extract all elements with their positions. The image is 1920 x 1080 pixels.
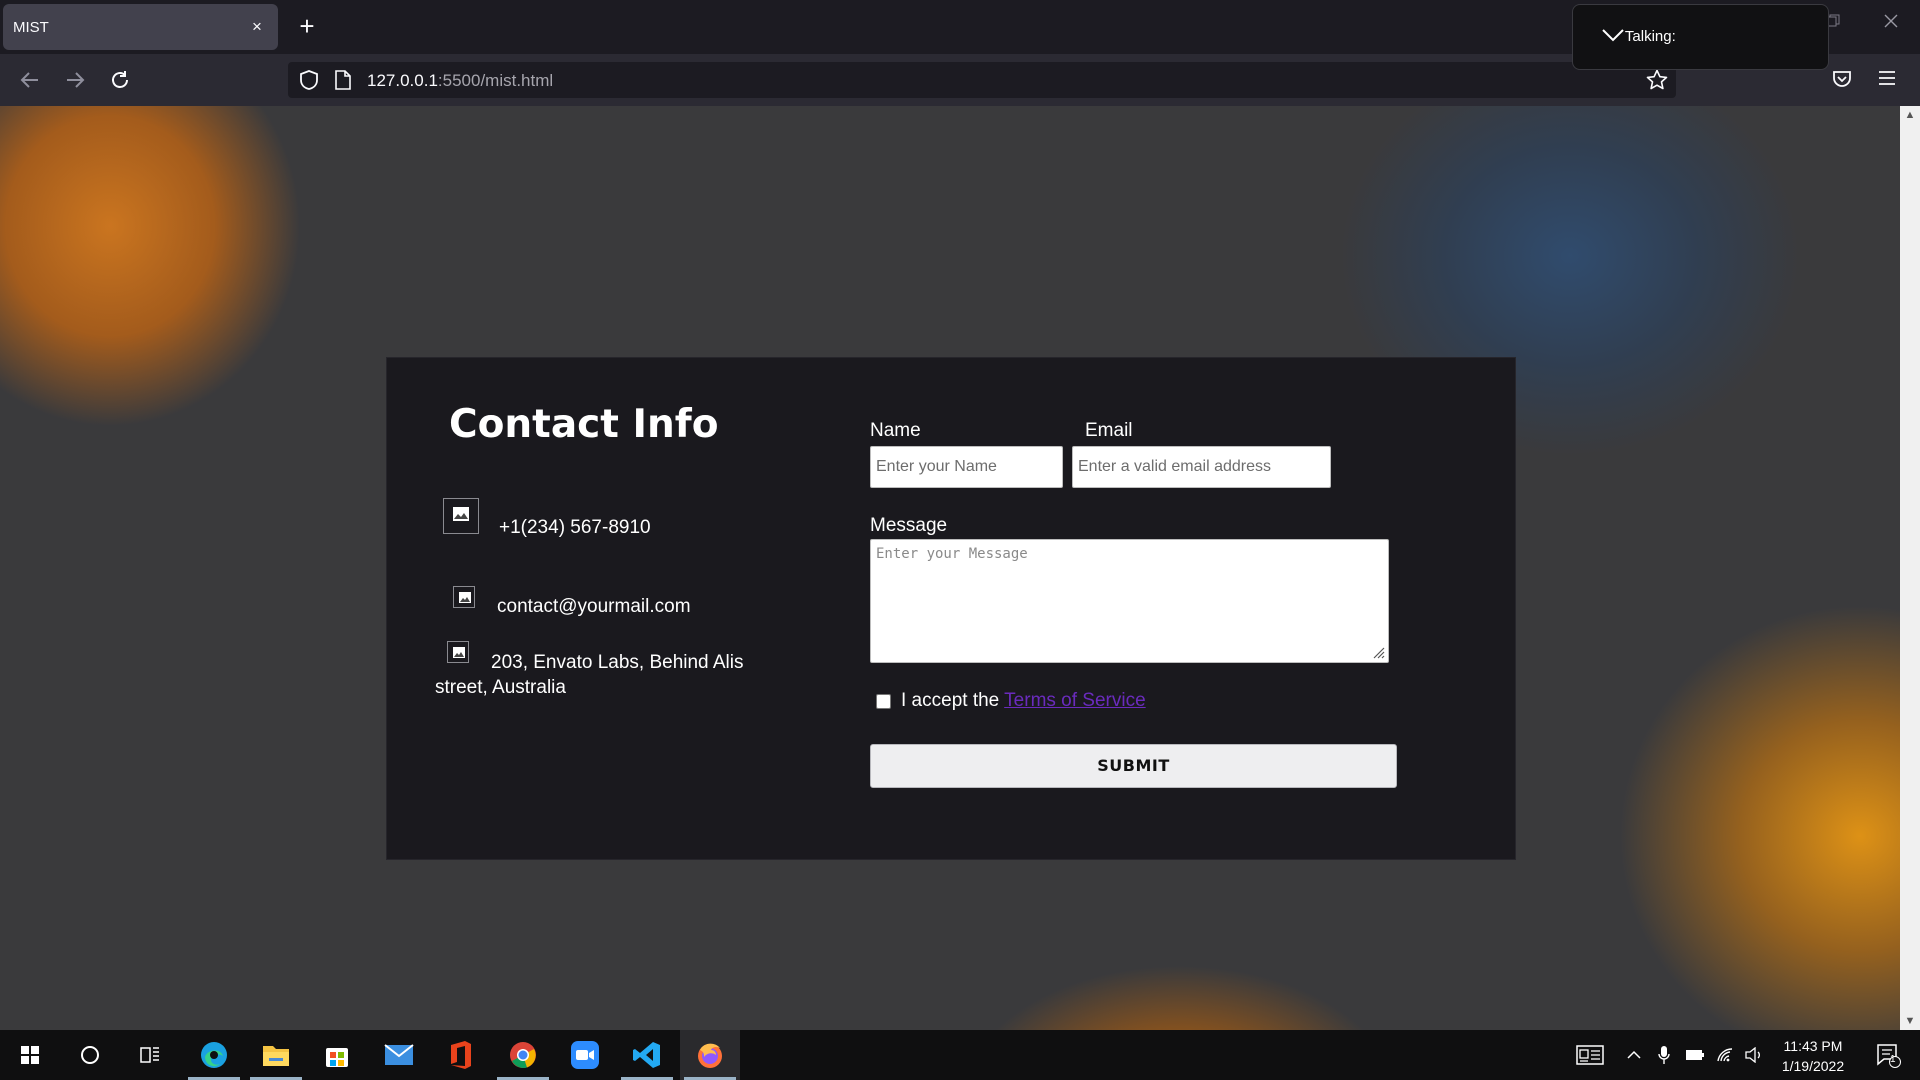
notification-count: 1 — [1890, 1054, 1896, 1065]
terms-prefix: I accept the — [901, 690, 1005, 711]
name-input[interactable]: Enter your Name — [870, 446, 1063, 488]
tracking-shield-icon[interactable] — [298, 69, 320, 91]
microphone-icon[interactable] — [1654, 1030, 1674, 1080]
url-text[interactable]: 127.0.0.1:5500/mist.html — [367, 71, 553, 91]
tab-close-icon[interactable]: × — [246, 17, 268, 37]
show-hidden-icons-chevron-icon[interactable] — [1624, 1030, 1644, 1080]
chevron-down-icon[interactable] — [1601, 27, 1624, 47]
url-path: :5500/mist.html — [437, 71, 554, 90]
search-circle-icon[interactable] — [60, 1030, 120, 1080]
contact-email: contact@yourmail.com — [497, 596, 691, 617]
back-arrow-icon[interactable] — [14, 64, 46, 96]
contact-address-line2: street, Australia — [435, 677, 566, 698]
terms-checkbox[interactable] — [876, 694, 891, 709]
talking-popup: Talking: — [1572, 4, 1829, 70]
message-placeholder: Enter your Message — [876, 546, 1028, 562]
chrome-icon[interactable] — [493, 1030, 553, 1080]
hamburger-menu-icon[interactable] — [1877, 68, 1901, 92]
contact-info-title: Contact Info — [449, 402, 719, 447]
email-input[interactable]: Enter a valid email address — [1072, 446, 1331, 488]
windows-start-icon[interactable] — [0, 1030, 60, 1080]
scroll-down-icon[interactable]: ▼ — [1900, 1012, 1920, 1030]
bookmark-star-icon[interactable] — [1645, 68, 1669, 92]
volume-icon[interactable] — [1743, 1030, 1765, 1080]
forward-arrow-icon[interactable] — [59, 64, 91, 96]
email-label: Email — [1085, 420, 1133, 441]
scroll-up-icon[interactable]: ▲ — [1900, 106, 1920, 124]
page-info-icon[interactable] — [334, 69, 352, 91]
contact-phone: +1(234) 567-8910 — [499, 517, 651, 538]
edge-browser-icon[interactable] — [184, 1030, 244, 1080]
task-view-icon[interactable] — [120, 1030, 180, 1080]
terms-text: I accept the Terms of Service — [901, 690, 1146, 712]
vscode-icon[interactable] — [617, 1030, 677, 1080]
email-image-icon — [453, 586, 475, 608]
phone-image-icon — [443, 498, 479, 534]
zoom-icon[interactable] — [555, 1030, 615, 1080]
message-label: Message — [870, 515, 948, 536]
notifications-icon[interactable]: 1 — [1868, 1030, 1908, 1080]
close-window-icon[interactable] — [1880, 12, 1902, 34]
url-host: 127.0.0.1 — [367, 71, 438, 90]
terms-of-service-link[interactable]: Terms of Service — [1004, 690, 1145, 711]
firefox-icon[interactable] — [680, 1030, 740, 1080]
file-explorer-icon[interactable] — [246, 1030, 306, 1080]
address-image-icon — [447, 641, 469, 663]
talking-label: Talking: — [1624, 27, 1676, 45]
contact-card: Contact Info +1(234) 567-8910 contact@yo… — [386, 357, 1516, 860]
office-icon[interactable] — [431, 1030, 491, 1080]
browser-tab[interactable]: MIST × — [3, 4, 278, 50]
message-textarea[interactable]: Enter your Message — [870, 539, 1389, 663]
windows-taskbar: 11:43 PM 1/19/2022 1 — [0, 1030, 1920, 1080]
submit-button[interactable]: SUBMIT — [870, 744, 1397, 788]
new-tab-button[interactable]: + — [292, 12, 322, 42]
address-bar[interactable]: 127.0.0.1:5500/mist.html — [288, 62, 1676, 98]
pocket-icon[interactable] — [1831, 68, 1855, 92]
microsoft-store-icon[interactable] — [307, 1030, 367, 1080]
news-widget-icon[interactable] — [1572, 1030, 1608, 1080]
reload-icon[interactable] — [104, 64, 136, 96]
clock-date: 1/19/2022 — [1781, 1058, 1845, 1074]
tab-title: MIST — [13, 18, 49, 36]
vertical-scrollbar[interactable]: ▲ ▼ — [1900, 106, 1920, 1030]
wifi-icon[interactable] — [1714, 1030, 1736, 1080]
battery-icon[interactable] — [1684, 1030, 1706, 1080]
name-label: Name — [870, 420, 921, 441]
resize-handle-icon[interactable] — [1371, 645, 1385, 659]
page-viewport: Contact Info +1(234) 567-8910 contact@yo… — [0, 106, 1900, 1030]
system-clock[interactable]: 11:43 PM 1/19/2022 — [1768, 1036, 1858, 1076]
clock-time: 11:43 PM — [1783, 1038, 1843, 1054]
contact-address-line1: 203, Envato Labs, Behind Alis — [491, 652, 744, 673]
mail-icon[interactable] — [369, 1030, 429, 1080]
